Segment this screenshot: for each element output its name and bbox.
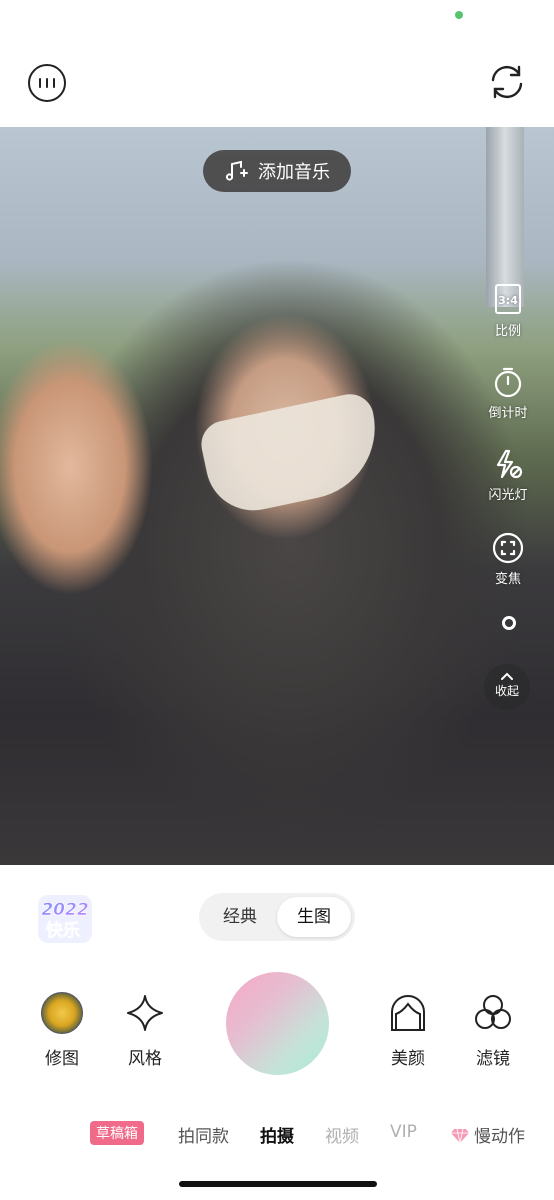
aspect-ratio-label: 比例 xyxy=(494,324,521,339)
timer-button[interactable]: 倒计时 xyxy=(484,366,532,421)
style-button[interactable]: 风格 xyxy=(110,992,180,1069)
beauty-button[interactable]: 美颜 xyxy=(373,992,443,1069)
filter-button[interactable]: 滤镜 xyxy=(458,992,528,1069)
retouch-label: 修图 xyxy=(45,1049,79,1069)
flash-off-icon xyxy=(496,449,523,479)
tab-same-style[interactable]: 拍同款 xyxy=(178,1122,229,1147)
beauty-label: 美颜 xyxy=(391,1049,425,1069)
home-indicator[interactable] xyxy=(179,1181,377,1187)
filter-label: 滤镜 xyxy=(476,1049,510,1069)
tab-shoot[interactable]: 拍摄 xyxy=(260,1122,294,1147)
aspect-ratio-button[interactable]: 3:4 比例 xyxy=(484,284,532,339)
style-label: 风格 xyxy=(128,1049,162,1069)
status-indicator-dot xyxy=(455,11,463,19)
sticker-text: 快乐 xyxy=(46,920,80,941)
timer-icon xyxy=(494,367,522,398)
tab-slow-motion-label: 慢动作 xyxy=(474,1127,525,1147)
add-music-button[interactable]: 添加音乐 xyxy=(203,150,351,192)
new-year-sticker-button[interactable]: 2022 快乐 xyxy=(36,893,94,945)
menu-icon[interactable] xyxy=(28,64,66,102)
retouch-button[interactable]: 修图 xyxy=(27,992,97,1069)
capture-mode-tabs: 草稿箱 拍同款 拍摄 视频 VIP 慢动作 xyxy=(0,1121,554,1150)
background-pole xyxy=(486,127,524,307)
tab-video[interactable]: 视频 xyxy=(325,1122,359,1147)
shutter-button[interactable] xyxy=(226,972,329,1075)
mode-toggle[interactable]: 经典 生图 xyxy=(199,893,355,941)
timer-label: 倒计时 xyxy=(488,406,528,421)
camera-viewfinder[interactable] xyxy=(0,127,554,865)
tab-slow-motion[interactable]: 慢动作 xyxy=(450,1122,525,1147)
zoom-icon xyxy=(492,532,524,564)
tab-vip[interactable]: VIP xyxy=(390,1122,417,1142)
music-note-icon xyxy=(225,160,248,181)
face-mask-shape xyxy=(197,389,388,520)
mode-classic[interactable]: 经典 xyxy=(203,897,277,937)
mode-generate[interactable]: 生图 xyxy=(277,897,351,937)
filter-icon xyxy=(475,995,511,1029)
diamond-icon xyxy=(451,1128,469,1144)
zoom-button[interactable]: 变焦 xyxy=(484,532,532,587)
retouch-icon xyxy=(41,992,83,1034)
style-sparkle-icon xyxy=(127,995,163,1031)
beauty-face-icon xyxy=(391,995,425,1031)
sticker-year: 2022 xyxy=(41,900,88,920)
flash-label: 闪光灯 xyxy=(488,488,528,503)
focus-ring-icon[interactable] xyxy=(502,616,516,630)
chevron-up-icon xyxy=(501,672,513,680)
collapse-label: 收起 xyxy=(494,684,519,698)
collapse-button[interactable]: 收起 xyxy=(484,664,530,710)
aspect-ratio-icon: 3:4 xyxy=(495,284,521,314)
camera-flip-icon[interactable] xyxy=(487,62,527,102)
add-music-label: 添加音乐 xyxy=(258,162,330,183)
flash-button[interactable]: 闪光灯 xyxy=(484,448,532,503)
draft-box-button[interactable]: 草稿箱 xyxy=(90,1121,144,1145)
zoom-label: 变焦 xyxy=(494,572,521,587)
